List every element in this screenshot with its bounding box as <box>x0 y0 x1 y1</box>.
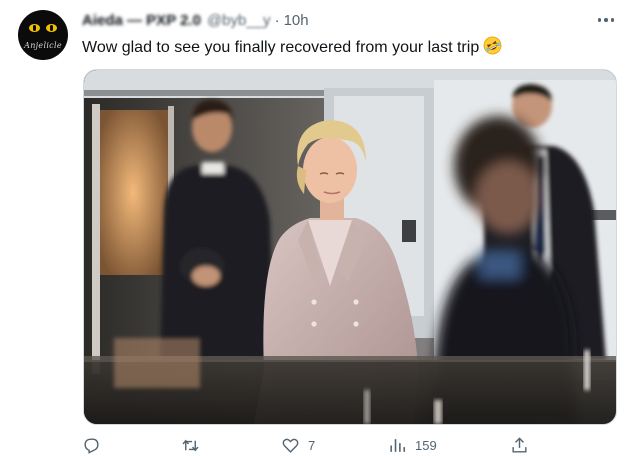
more-dots-icon <box>597 18 602 22</box>
separator-dot: · <box>274 11 280 29</box>
views-icon <box>388 436 407 455</box>
reply-icon <box>82 436 101 455</box>
tweet-text-content: Wow glad to see you finally recovered fr… <box>82 39 480 56</box>
avatar[interactable]: Anjelicle <box>18 10 68 60</box>
retweet-button[interactable] <box>180 436 209 455</box>
tweet-header: Aieda — PXP 2.0 @byb__y · 10h <box>82 9 309 31</box>
avatar-eye-left <box>29 24 40 32</box>
views-button[interactable]: 159 <box>388 436 437 455</box>
heart-icon <box>281 436 300 455</box>
laughing-emoji-icon <box>483 36 502 61</box>
tweet-media-photo[interactable] <box>83 69 617 425</box>
photo-illustration <box>84 70 616 424</box>
tweet-text: Wow glad to see you finally recovered fr… <box>82 36 502 61</box>
like-button[interactable]: 7 <box>281 436 315 455</box>
reply-button[interactable] <box>82 436 109 455</box>
like-count: 7 <box>308 438 316 453</box>
avatar-logo-text: Anjelicle <box>24 41 62 50</box>
more-options-button[interactable] <box>594 10 618 30</box>
tweet-action-bar: 7 159 <box>82 436 532 456</box>
views-count: 159 <box>415 438 437 453</box>
share-icon <box>510 436 529 455</box>
retweet-icon <box>180 436 201 455</box>
tweet-timestamp[interactable]: 10h <box>284 12 309 29</box>
author-handle[interactable]: @byb__y <box>207 12 271 29</box>
author-name[interactable]: Aieda — PXP 2.0 <box>82 12 201 29</box>
avatar-eye-right <box>46 24 57 32</box>
share-button[interactable] <box>510 436 537 455</box>
